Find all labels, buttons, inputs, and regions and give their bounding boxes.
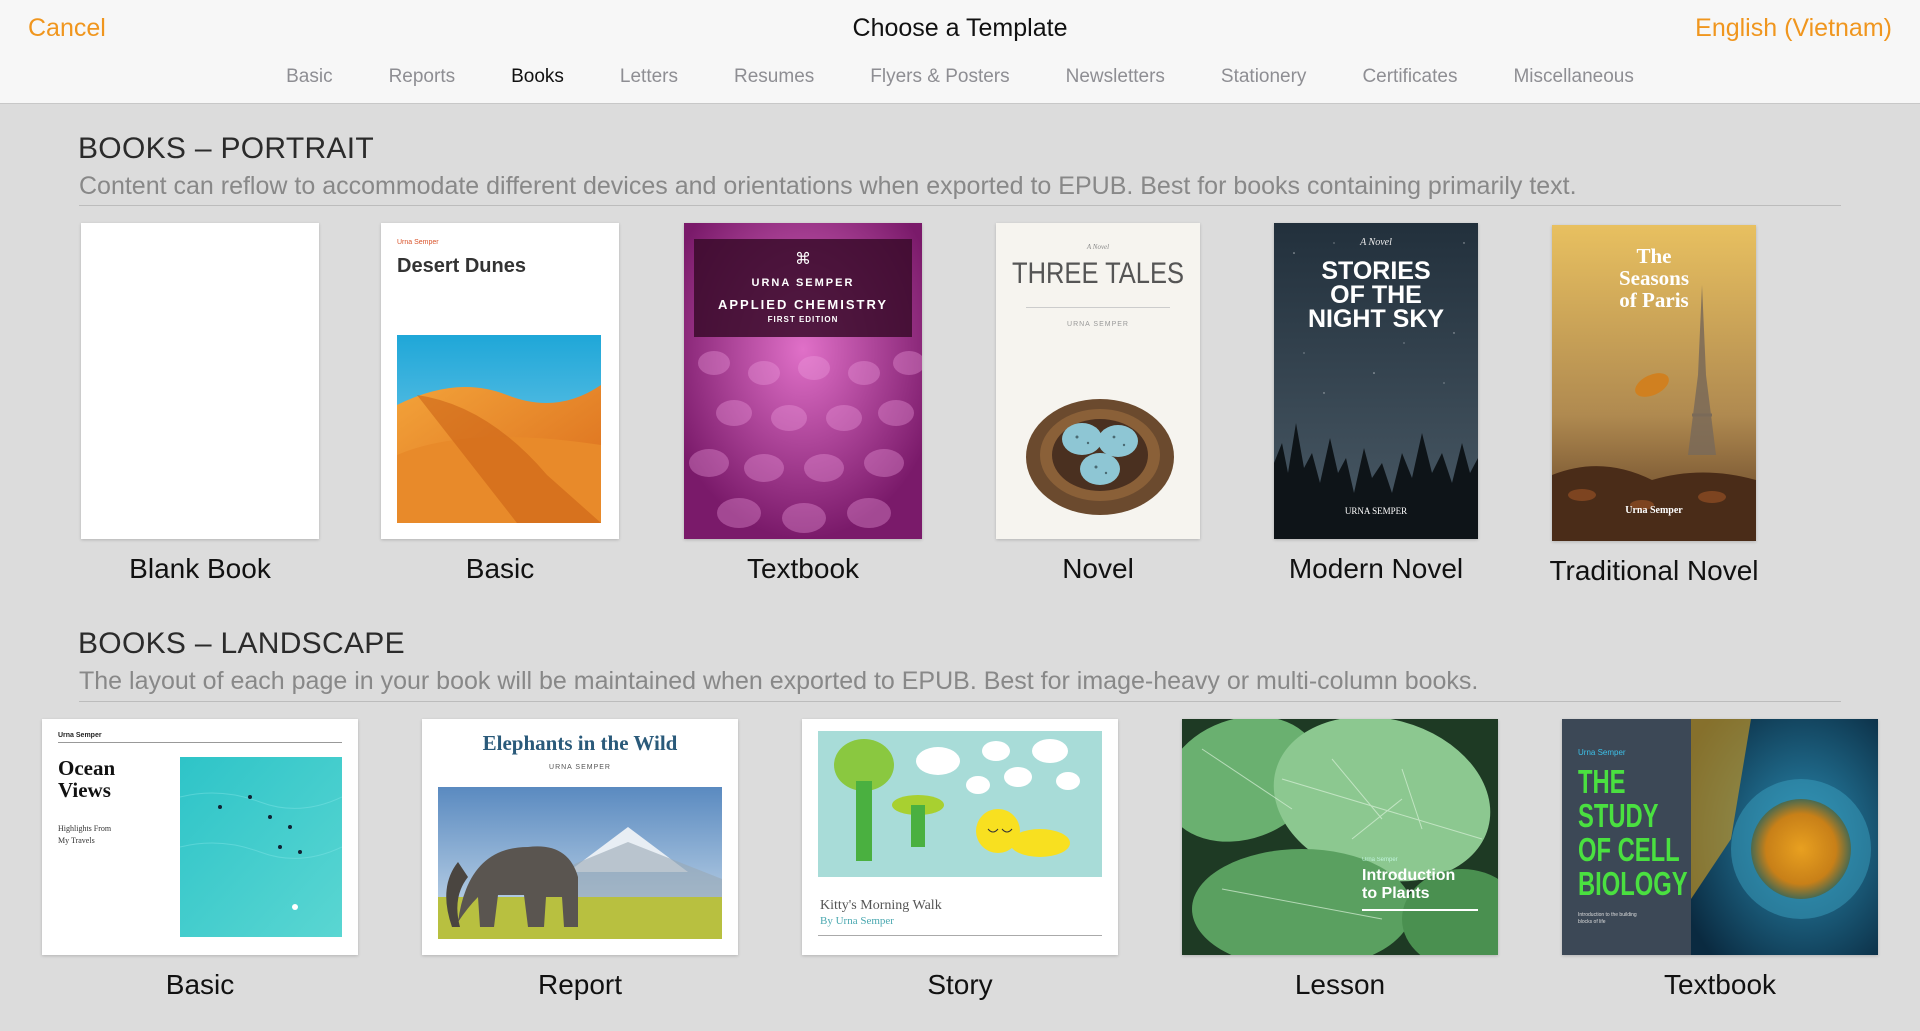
story-illustration: [818, 731, 1102, 877]
cover-title: Kitty's Morning Walk: [820, 898, 942, 913]
portrait-section-description: Content can reflow to accommodate differ…: [79, 172, 1577, 200]
cover-author: Urna Semper: [1362, 857, 1398, 863]
cover-title-line: Views: [58, 778, 111, 802]
cover-author: Urna Semper: [1625, 505, 1683, 516]
cover-kicker: A Novel: [1086, 243, 1110, 251]
cover-title-line: Introduction: [1362, 867, 1456, 884]
tab-newsletters[interactable]: Newsletters: [1038, 66, 1193, 88]
story-thumbnail[interactable]: Kitty's Morning Walk By Urna Semper: [802, 719, 1118, 955]
page-title: Choose a Template: [852, 14, 1068, 42]
novel-thumbnail[interactable]: A Novel THREE TALES URNA SEMPER: [996, 223, 1200, 539]
template-label: Blank Book: [129, 553, 271, 584]
tab-basic[interactable]: Basic: [258, 66, 360, 88]
tab-stationery[interactable]: Stationery: [1193, 66, 1335, 88]
ocean-image: [180, 757, 342, 937]
blank-book-thumbnail[interactable]: [81, 223, 319, 539]
cover-title: THE STUDY OF CELL BIOLOGY: [1578, 765, 1688, 901]
template-label: Textbook: [746, 553, 860, 584]
bird-nest-image: [1022, 389, 1178, 519]
cover-title-line: STUDY: [1578, 797, 1659, 834]
cover-title: Elephants in the Wild: [482, 731, 678, 755]
cover-title: Desert Dunes: [397, 255, 526, 277]
cover-title-line: STORIES: [1321, 257, 1431, 285]
cover-subtitle-line: blocks of life: [1578, 919, 1606, 925]
cover-title-line: NIGHT SKY: [1307, 305, 1445, 333]
tab-certificates[interactable]: Certificates: [1334, 66, 1485, 88]
cover-author: Urna Semper: [1578, 748, 1626, 757]
cover-title-line: THE: [1578, 763, 1626, 800]
template-label: Basic: [465, 553, 535, 584]
cover-subtitle: Highlights From My Travels: [58, 823, 111, 847]
portrait-divider: [79, 205, 1841, 206]
cover-title-line: Ocean: [58, 756, 116, 780]
tab-flyers-posters[interactable]: Flyers & Posters: [842, 66, 1037, 88]
cover-title: THREE TALES: [1012, 257, 1184, 290]
cover-rule: [58, 742, 342, 743]
desert-image: [397, 335, 601, 523]
cover-title-line: of Paris: [1619, 288, 1689, 312]
cover-title: Ocean Views: [58, 757, 115, 801]
template-label: Traditional Novel: [1549, 555, 1759, 586]
cover-rule: [818, 935, 1102, 936]
tab-reports[interactable]: Reports: [361, 66, 484, 88]
cover-title: Introduction to Plants: [1362, 867, 1455, 903]
template-label: Lesson: [1294, 969, 1386, 1000]
cover-title-line: The: [1636, 244, 1672, 268]
cover-author: URNA SEMPER: [751, 277, 855, 289]
cover-title-line: Seasons: [1618, 266, 1690, 290]
template-label: Story: [927, 969, 993, 1000]
category-tabs: Basic Reports Books Letters Resumes Flye…: [0, 66, 1920, 88]
basic-landscape-thumbnail[interactable]: Urna Semper Ocean Views Highlights From …: [42, 719, 358, 955]
cover-title: STORIES OF THE NIGHT SKY: [1274, 257, 1478, 333]
landscape-section-title: BOOKS – LANDSCAPE: [78, 627, 405, 660]
textbook-landscape-thumbnail[interactable]: Urna Semper THE STUDY OF CELL BIOLOGY In…: [1562, 719, 1878, 955]
cover-author: Urna Semper: [397, 239, 439, 246]
report-thumbnail[interactable]: Elephants in the Wild URNA SEMPER: [422, 719, 738, 955]
template-label: Modern Novel: [1288, 553, 1464, 584]
landscape-section-description: The layout of each page in your book wil…: [79, 667, 1479, 695]
tab-resumes[interactable]: Resumes: [706, 66, 842, 88]
cover-title: APPLIED CHEMISTRY: [717, 297, 889, 312]
cover-edition: FIRST EDITION: [767, 315, 839, 324]
cover-subtitle-line: Introduction to the building: [1578, 912, 1637, 918]
lesson-thumbnail[interactable]: Urna Semper Introduction to Plants: [1182, 719, 1498, 955]
traditional-novel-thumbnail[interactable]: The Seasons of Paris Urna Semper: [1552, 225, 1756, 541]
cover-author: URNA SEMPER: [1344, 506, 1408, 516]
modern-novel-thumbnail[interactable]: A Novel STORIES OF THE NIGHT SKY URNA SE…: [1274, 223, 1478, 539]
cover-author: Urna Semper: [58, 732, 102, 739]
cover-author: URNA SEMPER: [549, 764, 611, 771]
cover-rule: [1362, 909, 1478, 911]
cover-title-line: OF THE: [1330, 281, 1422, 309]
template-label: Report: [537, 969, 623, 1000]
template-label: Novel: [1062, 553, 1134, 584]
cover-subtitle: Introduction to the building blocks of l…: [1578, 912, 1637, 926]
template-label: Textbook: [1663, 969, 1777, 1000]
cover-title-line: to Plants: [1362, 885, 1430, 902]
template-chooser-header: Cancel Choose a Template English (Vietna…: [0, 0, 1920, 104]
cover-author: URNA SEMPER: [1067, 321, 1129, 328]
textbook-portrait-thumbnail[interactable]: ⌘ URNA SEMPER APPLIED CHEMISTRY FIRST ED…: [684, 223, 922, 539]
tab-letters[interactable]: Letters: [592, 66, 706, 88]
template-label: Basic: [165, 969, 235, 1000]
cell-image: [1691, 719, 1878, 955]
cover-author: By Urna Semper: [820, 915, 894, 927]
basic-portrait-thumbnail[interactable]: Urna Semper Desert Dunes: [381, 223, 619, 539]
language-button[interactable]: English (Vietnam): [1695, 14, 1892, 43]
elephant-image: [438, 787, 722, 939]
cover-kicker: A Novel: [1360, 237, 1392, 248]
landscape-divider: [79, 701, 1841, 702]
cover-title: The Seasons of Paris: [1552, 245, 1756, 311]
cover-subtitle-line: Highlights From: [58, 824, 112, 833]
cover-subtitle-line: My Travels: [58, 836, 95, 845]
tab-miscellaneous[interactable]: Miscellaneous: [1485, 66, 1661, 88]
molecule-icon: ⌘: [795, 251, 811, 268]
portrait-section-title: BOOKS – PORTRAIT: [78, 132, 374, 165]
cover-title-line: OF CELL: [1578, 831, 1680, 868]
cover-rule: [1026, 307, 1170, 308]
cover-title-line: BIOLOGY: [1578, 865, 1688, 902]
tab-books[interactable]: Books: [483, 66, 592, 88]
